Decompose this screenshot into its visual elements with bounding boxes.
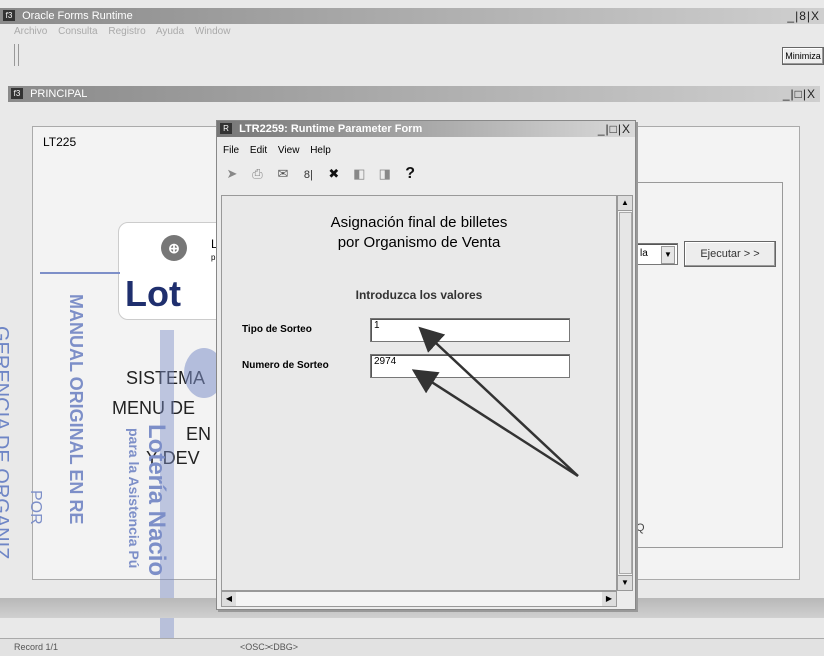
annotation-arrows [411,326,579,478]
arrow-to-numero [411,369,579,478]
arrow-to-tipo [418,326,579,477]
